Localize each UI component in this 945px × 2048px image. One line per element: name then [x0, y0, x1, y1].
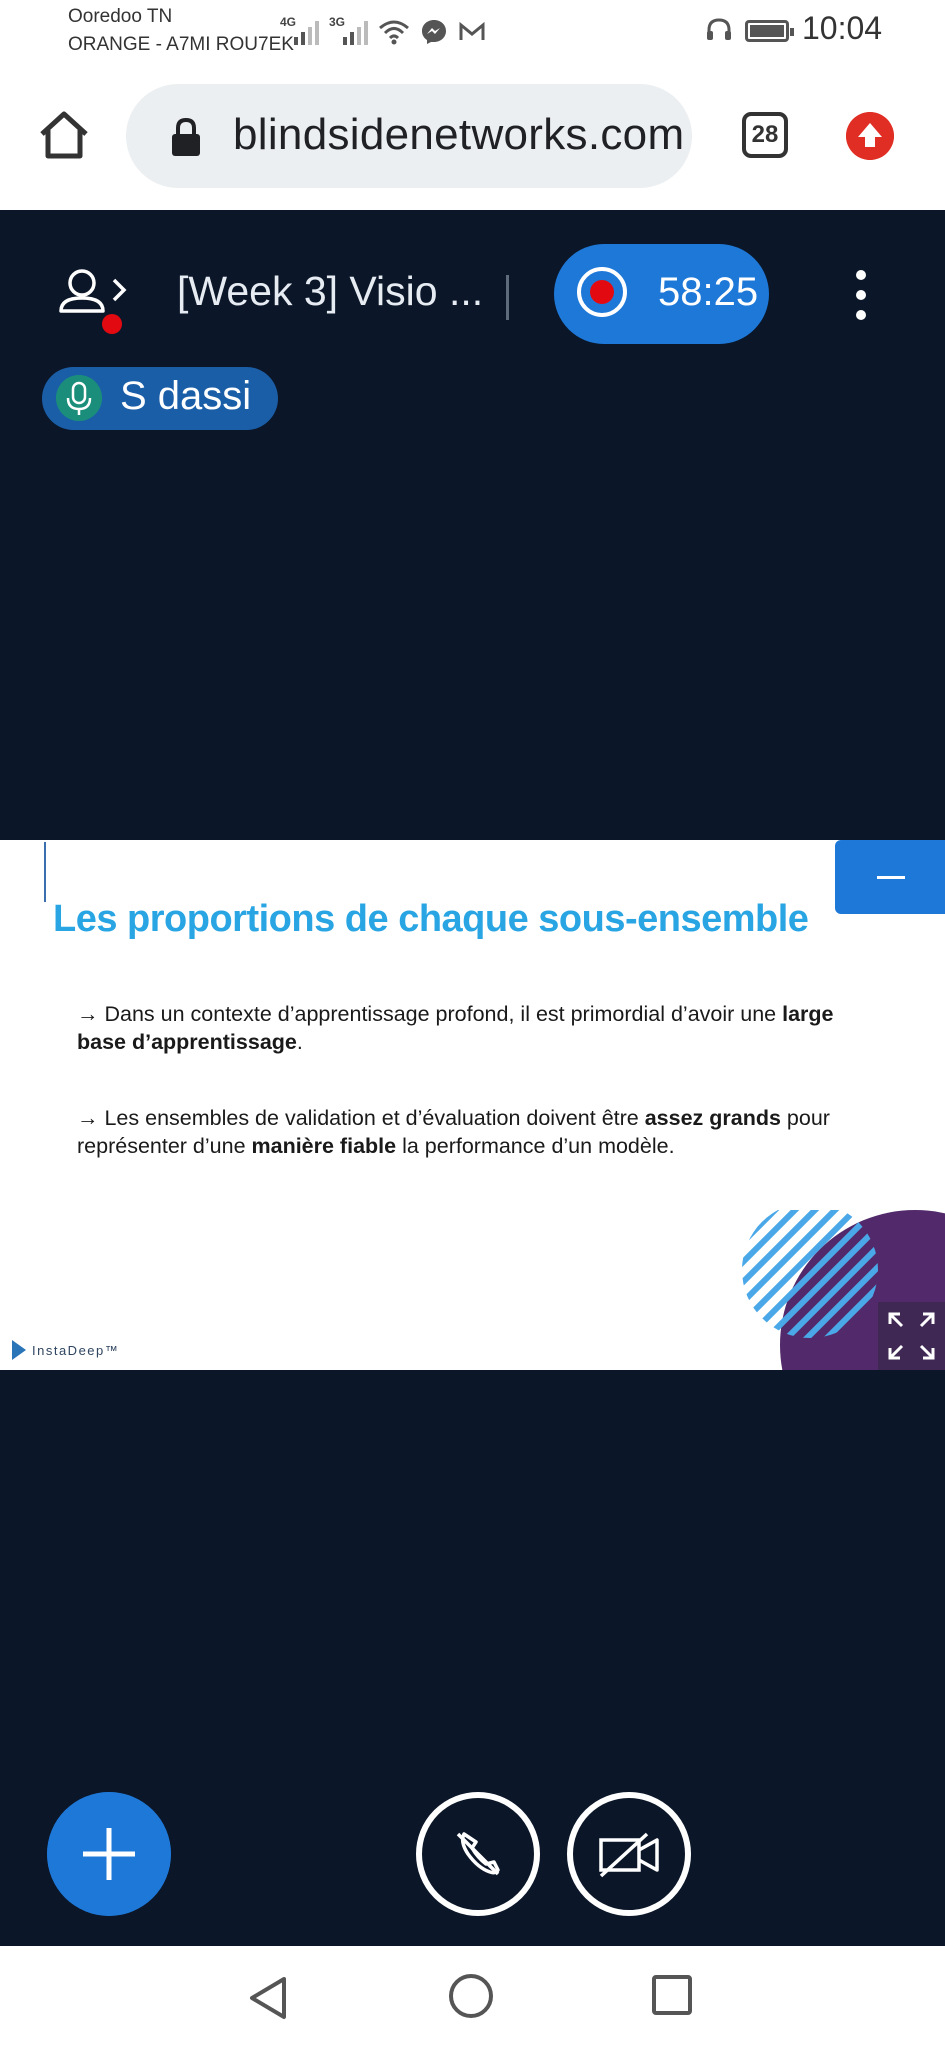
slide-text-span: Les ensembles de validation et d’évaluat… — [98, 1106, 645, 1130]
slide-bold-span: assez grands — [644, 1106, 781, 1130]
share-webcam-button[interactable] — [567, 1792, 691, 1916]
plus-icon[interactable] — [47, 1792, 171, 1916]
wifi-icon — [379, 20, 409, 45]
battery-icon — [745, 20, 794, 42]
fullscreen-icon[interactable] — [878, 1302, 945, 1370]
slide-text-span: la performance d’un modèle. — [396, 1134, 675, 1158]
phone-muted-icon — [456, 1832, 500, 1876]
url-text[interactable]: blindsidenetworks.com — [233, 110, 684, 160]
minimize-presentation-button[interactable] — [835, 840, 945, 914]
carrier-name-secondary: ORANGE - A7MI ROU7EK — [68, 34, 294, 55]
slide-bold-span: manière fiable — [251, 1134, 397, 1158]
gmail-icon — [459, 21, 485, 40]
header-divider — [506, 275, 509, 320]
slide-text-span: Dans un contexte d’apprentissage profond… — [98, 1002, 783, 1026]
recording-timer: 58:25 — [658, 270, 759, 314]
arrow-glyph: → — [77, 1106, 99, 1130]
home-icon[interactable] — [36, 106, 92, 162]
arrow-glyph: → — [77, 1002, 99, 1026]
tab-switcher-button[interactable]: 28 — [742, 112, 788, 158]
signal-4g-label: 4G — [280, 15, 297, 29]
camera-off-icon — [599, 1832, 659, 1878]
nav-home-icon[interactable] — [449, 1974, 493, 2018]
headset-icon — [707, 18, 731, 40]
signal-3g-icon: 3G — [329, 15, 368, 45]
text-cursor — [44, 842, 46, 902]
messenger-icon — [422, 20, 446, 44]
status-icons: 4G 3G — [280, 14, 486, 50]
back-icon[interactable] — [246, 1975, 292, 2021]
slide-title: Les proportions de chaque sous-ensemble — [53, 898, 809, 940]
slide-text-span: . — [296, 1030, 303, 1054]
recent-apps-icon[interactable] — [652, 1975, 692, 2015]
meeting-title: [Week 3] Visio ... — [177, 268, 484, 314]
record-icon — [577, 267, 627, 317]
status-time: 10:04 — [802, 10, 883, 46]
instadeep-logo-text: InstaDeep™ — [32, 1343, 120, 1358]
talker-name: S dassi — [120, 374, 252, 418]
slide-bullet-1: → Dans un contexte d’apprentissage profo… — [77, 1000, 877, 1056]
signal-3g-label: 3G — [329, 15, 346, 29]
signal-4g-icon: 4G — [280, 15, 319, 45]
update-icon[interactable] — [846, 112, 894, 160]
slide-bullet-2: → Les ensembles de validation et d’évalu… — [77, 1104, 877, 1160]
lock-icon — [172, 117, 200, 156]
carrier-name-primary: Ooredoo TN — [68, 6, 173, 27]
leave-audio-button[interactable] — [416, 1792, 540, 1916]
user-list-icon[interactable] — [58, 266, 138, 336]
microphone-icon — [56, 375, 102, 421]
instadeep-logo-icon — [12, 1340, 26, 1360]
more-vertical-icon[interactable] — [845, 270, 877, 320]
